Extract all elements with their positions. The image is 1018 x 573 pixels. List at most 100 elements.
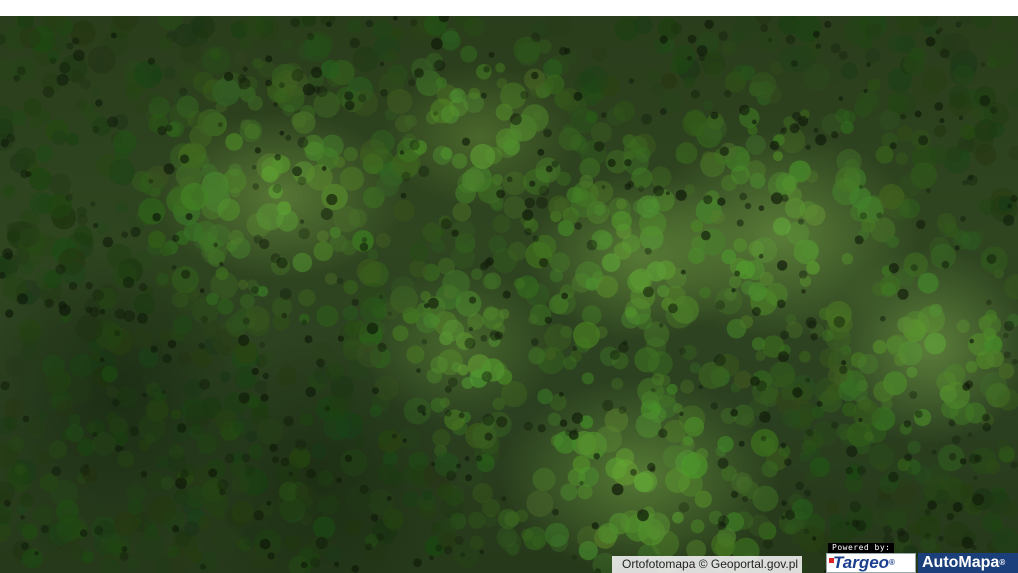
canopy-shadow [465,474,473,482]
tree-crown [959,483,975,499]
canopy-shadow [179,87,188,97]
tree-crown [14,248,31,265]
tree-crown [440,147,453,160]
canopy-shadow [959,458,967,465]
tree-crown [897,316,914,333]
tree-crown [151,94,164,107]
tree-crown [372,19,393,40]
canopy-shadow [564,47,571,55]
canopy-shadow [841,360,847,366]
tree-crown [133,293,156,316]
tree-crown [722,40,737,56]
canopy-shadow [1010,195,1018,203]
tree-crown [864,23,882,40]
canopy-shadow [49,57,57,64]
canopy-shadow [147,57,155,65]
tree-crown [136,531,165,560]
tree-crown [682,435,694,446]
tree-crown [499,308,510,320]
tree-crown [77,214,88,226]
tree-crown [591,46,607,62]
tree-crown [359,139,388,167]
tree-crown [19,27,41,49]
canopy-shadow [337,335,344,342]
tree-crown [502,171,527,196]
tree-crown [77,438,96,457]
tree-crown [855,439,871,455]
canopy-shadow [418,165,430,177]
tree-crown [166,545,179,558]
tree-crown [513,278,526,290]
canopy-shadow [859,212,868,220]
canopy-shadow [523,421,534,431]
tree-crown [68,413,81,426]
canopy-shadow [896,527,906,537]
canopy-shadow [710,402,718,410]
tree-crown [881,282,897,298]
canopy-shadow [324,405,331,412]
canopy-shadow [524,197,535,209]
canopy-shadow [291,69,304,82]
tree-crown [658,374,671,387]
tree-crown [316,305,339,327]
canopy-shadow [73,49,85,62]
tree-crown [910,47,926,63]
canopy-shadow [938,535,944,542]
canopy-shadow [85,282,93,290]
tree-crown [376,173,400,197]
canopy-shadow [476,455,483,462]
tree-crown [351,413,364,426]
tree-crown [457,172,478,194]
tree-crown [429,98,455,124]
canopy-shadow [586,239,598,251]
targeo-logo-mark-icon [829,558,834,563]
canopy-shadow [934,102,944,111]
canopy-shadow [854,235,864,245]
tree-crown [178,352,192,366]
tree-crown [739,315,754,329]
tree-crown [383,508,404,530]
canopy-shadow [969,338,974,344]
canopy-shadow [123,310,136,322]
tree-crown [906,366,918,378]
canopy-shadow [668,303,678,314]
canopy-shadow [833,316,846,328]
tree-crown [233,50,248,65]
canopy-shadow [924,533,931,540]
automapa-logo[interactable]: AutoMapa® [918,553,1018,573]
tree-crown [580,65,608,94]
canopy-shadow [359,242,369,252]
canopy-shadow [502,290,511,299]
tree-crown [99,558,120,573]
canopy-shadow [148,178,154,184]
canopy-shadow [262,372,269,380]
canopy-shadow [803,528,810,535]
canopy-shadow [759,411,771,423]
canopy-shadow [66,42,74,50]
canopy-shadow [925,36,936,47]
tree-crown [132,328,154,350]
tree-crown [313,91,341,118]
canopy-shadow [767,37,773,43]
canopy-shadow [351,565,360,573]
tree-crown [228,163,242,177]
tree-crown [215,267,229,281]
canopy-shadow [532,235,539,242]
tree-crown [500,380,528,408]
tree-crown [406,345,425,364]
tree-crown [7,229,21,243]
tree-crown [956,319,970,333]
tree-crown [435,77,447,89]
tree-crown [15,147,36,169]
canopy-shadow [6,134,15,143]
tree-crown [156,272,169,285]
tree-crown [69,353,94,378]
tree-crown [460,45,478,63]
canopy-shadow [237,74,247,83]
tree-crown [22,548,43,569]
orthophoto-map-tile[interactable] [0,16,1018,573]
tree-crown [108,533,131,557]
canopy-shadow [433,111,438,116]
targeo-logo[interactable]: Targeo® [826,553,916,573]
tree-crown [317,494,339,516]
